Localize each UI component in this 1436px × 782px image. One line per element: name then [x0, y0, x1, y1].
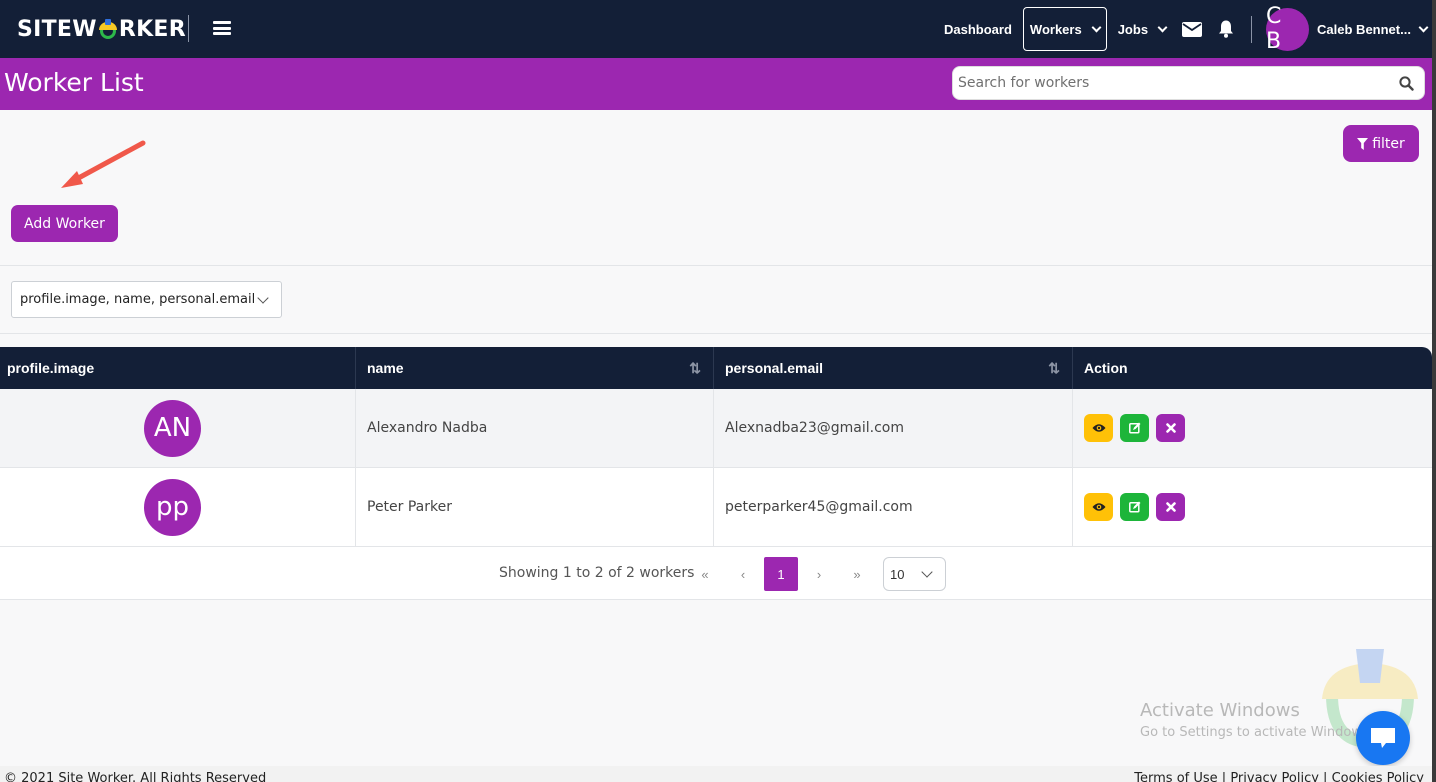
- windows-activation-watermark: Activate Windows Go to Settings to activ…: [1140, 700, 1373, 740]
- sitewoker-logo[interactable]: SITEW RKER: [17, 14, 186, 44]
- delete-button[interactable]: [1156, 414, 1185, 442]
- table-row: pp Peter Parker peterparker45@gmail.com: [0, 468, 1432, 547]
- last-page-button[interactable]: »: [840, 557, 874, 591]
- chevron-down-icon: [257, 292, 269, 304]
- nav-divider: [188, 15, 189, 42]
- next-page-button[interactable]: ›: [802, 557, 836, 591]
- search-input[interactable]: [953, 75, 1383, 91]
- close-icon: [1165, 423, 1176, 433]
- hamburger-menu-icon[interactable]: [213, 21, 231, 35]
- nav-dashboard-label: Dashboard: [944, 21, 1012, 37]
- view-button[interactable]: [1084, 493, 1113, 521]
- add-worker-button[interactable]: Add Worker: [11, 205, 118, 242]
- chat-bubble-icon: [1371, 728, 1395, 748]
- edit-icon: [1128, 501, 1140, 513]
- user-avatar[interactable]: C B: [1266, 4, 1310, 54]
- prev-page-button[interactable]: ‹: [726, 557, 760, 591]
- logo-text-left: SITEW: [17, 16, 97, 42]
- separator: |: [1318, 771, 1332, 782]
- delete-button[interactable]: [1156, 493, 1185, 521]
- helmet-logo-icon: [98, 18, 118, 40]
- vertical-scrollbar[interactable]: [1432, 0, 1436, 782]
- search-box: [952, 66, 1425, 100]
- chevron-down-icon: [1418, 22, 1429, 32]
- chevron-down-icon: [1157, 22, 1168, 32]
- column-label: Action: [1084, 360, 1128, 376]
- filter-label: filter: [1372, 135, 1405, 152]
- eye-icon: [1092, 503, 1105, 511]
- name-cell: Alexandro Nadba: [356, 389, 714, 467]
- column-label: personal.email: [725, 360, 824, 376]
- column-header-action: Action: [1073, 347, 1432, 389]
- chevron-down-icon: [1091, 22, 1102, 32]
- search-icon[interactable]: [1399, 76, 1414, 96]
- bell-icon[interactable]: [1209, 7, 1243, 51]
- table-row: AN Alexandro Nadba Alexnadba23@gmail.com: [0, 389, 1432, 468]
- copyright: © 2021 Site Worker. All Rights Reserved: [4, 771, 267, 782]
- annotation-arrow-icon: [61, 140, 146, 188]
- eye-icon: [1092, 424, 1105, 432]
- nav-workers[interactable]: Workers: [1022, 7, 1107, 51]
- email-cell: peterparker45@gmail.com: [714, 468, 1073, 546]
- email-cell: Alexnadba23@gmail.com: [714, 389, 1073, 467]
- view-button[interactable]: [1084, 414, 1113, 442]
- columns-select[interactable]: profile.image, name, personal.email: [11, 281, 282, 318]
- profile-image-cell: pp: [0, 468, 356, 546]
- action-cell: [1073, 389, 1432, 467]
- nav-dashboard[interactable]: Dashboard: [935, 7, 1021, 51]
- column-header-name[interactable]: name ⇅: [356, 347, 714, 389]
- section-divider: [0, 333, 1432, 334]
- column-label: name: [367, 360, 404, 376]
- page-button-current[interactable]: 1: [764, 557, 798, 591]
- profile-image-cell: AN: [0, 389, 356, 467]
- user-menu[interactable]: Caleb Bennet...: [1317, 21, 1429, 37]
- privacy-link[interactable]: Privacy Policy: [1230, 771, 1319, 782]
- cookies-link[interactable]: Cookies Policy: [1332, 771, 1424, 782]
- nav-workers-label: Workers: [1029, 21, 1082, 37]
- per-page-value: 10: [890, 566, 905, 582]
- nav-divider: [1251, 15, 1253, 43]
- filter-icon: [1357, 137, 1369, 150]
- workers-table: profile.image name ⇅ personal.email ⇅ Acti…: [0, 347, 1432, 547]
- mail-icon[interactable]: [1175, 7, 1209, 51]
- sort-icon[interactable]: ⇅: [1048, 360, 1060, 377]
- close-icon: [1165, 502, 1176, 512]
- separator: |: [1217, 771, 1231, 782]
- columns-select-value: profile.image, name, personal.email: [20, 292, 256, 307]
- edit-button[interactable]: [1120, 493, 1149, 521]
- user-name-label: Caleb Bennet...: [1317, 21, 1411, 37]
- column-header-profile-image: profile.image: [0, 347, 356, 389]
- name-cell: Peter Parker: [356, 468, 714, 546]
- watermark-line1: Activate Windows: [1140, 700, 1300, 721]
- footer-links: Terms of Use | Privacy Policy | Cookies …: [1134, 771, 1424, 782]
- footer: © 2021 Site Worker. All Rights Reserved …: [0, 766, 1432, 782]
- nav-jobs-label: Jobs: [1117, 21, 1149, 37]
- terms-link[interactable]: Terms of Use: [1134, 771, 1217, 782]
- logo-text-right: RKER: [118, 16, 187, 42]
- watermark-line2: Go to Settings to activate Windows.: [1140, 725, 1373, 740]
- chevron-down-icon: [921, 566, 933, 578]
- sort-icon[interactable]: ⇅: [689, 360, 701, 377]
- page-title: Worker List: [4, 68, 144, 97]
- worker-avatar: AN: [144, 399, 201, 457]
- worker-avatar: pp: [144, 478, 201, 536]
- top-navbar: SITEW RKER Dashboard Workers Jobs C B Ca…: [0, 0, 1432, 58]
- pagination-info: Showing 1 to 2 of 2 workers: [499, 565, 695, 581]
- action-cell: [1073, 468, 1432, 546]
- table-header: profile.image name ⇅ personal.email ⇅ Acti…: [0, 347, 1432, 389]
- chat-button[interactable]: [1356, 711, 1410, 765]
- page-header: Worker List: [0, 58, 1432, 110]
- pagination: Showing 1 to 2 of 2 workers « ‹ 1 › » 10: [0, 547, 1432, 600]
- edit-button[interactable]: [1120, 414, 1149, 442]
- column-label: profile.image: [7, 360, 95, 376]
- column-header-email[interactable]: personal.email ⇅: [714, 347, 1073, 389]
- section-divider: [0, 265, 1432, 266]
- filter-button[interactable]: filter: [1343, 125, 1419, 162]
- edit-icon: [1128, 422, 1140, 434]
- first-page-button[interactable]: «: [688, 557, 722, 591]
- per-page-select[interactable]: 10: [883, 557, 946, 591]
- nav-jobs[interactable]: Jobs: [1109, 7, 1175, 51]
